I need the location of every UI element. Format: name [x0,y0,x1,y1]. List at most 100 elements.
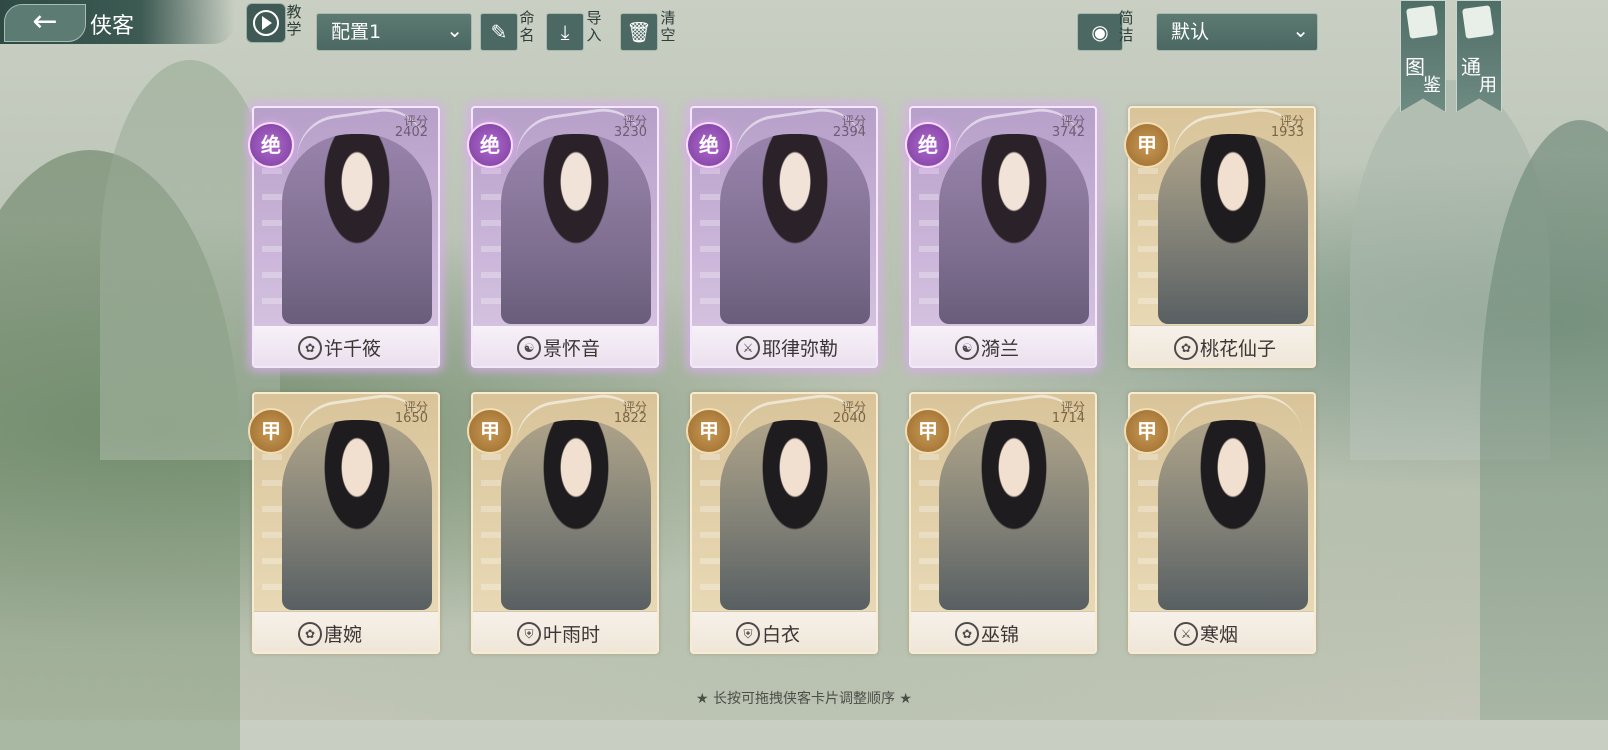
hero-card[interactable]: 甲 评分 2040 ⛨ 白衣 [686,389,878,654]
score-value: 2394 [832,125,866,140]
card-ornament [481,168,501,318]
hero-name: 漪兰 [981,338,1020,360]
general-label-2: 用 [1479,75,1497,96]
card-ornament [1138,168,1158,318]
class-icon: ✿ [1174,336,1198,360]
hero-card[interactable]: 绝 评分 2402 ✿ 许千筱 [248,103,440,368]
book-icon [1406,5,1438,39]
general-label-1: 通 [1461,55,1481,79]
chevron-down-icon: ⌄ [1292,18,1309,42]
hero-portrait [282,134,432,324]
general-button[interactable]: 通 用 [1456,0,1502,112]
import-icon: ⤓ [560,20,570,44]
hero-card[interactable]: 甲 ⚔ 寒烟 [1124,389,1316,654]
hero-portrait [1158,420,1308,610]
name-bar: ✿ 许千筱 [254,325,438,366]
hero-name: 景怀音 [543,338,601,360]
hero-portrait [939,420,1089,610]
tutorial-label: 教学 [286,3,302,38]
name-bar: ⚔ 寒烟 [1130,611,1314,652]
rank-badge: 甲 [467,408,513,454]
hero-card[interactable]: 甲 评分 1933 ✿ 桃花仙子 [1124,103,1316,368]
back-button[interactable]: ← [4,4,86,42]
card-ornament [919,454,939,604]
card-ornament [262,454,282,604]
class-icon: ⛨ [736,622,760,646]
name-bar: ⛨ 叶雨时 [473,611,657,652]
hero-portrait [501,420,651,610]
scroll-icon [1462,5,1494,39]
class-icon: ✿ [298,336,322,360]
atlas-label-2: 鉴 [1423,75,1441,96]
tutorial-button[interactable] [246,3,286,43]
trash-icon: 🗑 [626,20,652,44]
hero-card[interactable]: 绝 评分 3742 ☯ 漪兰 [905,103,1097,368]
hero-name: 白衣 [762,624,801,646]
hero-name: 寒烟 [1200,624,1239,646]
back-arrow-icon: ← [32,4,58,39]
rank-badge: 甲 [686,408,732,454]
card-ornament [700,454,720,604]
card-ornament [700,168,720,318]
hero-card[interactable]: 绝 评分 3230 ☯ 景怀音 [467,103,659,368]
score-value: 2040 [832,411,866,426]
class-icon: ✿ [298,622,322,646]
hero-portrait [720,420,870,610]
score-value: 3742 [1051,125,1085,140]
config-select[interactable]: 配置1 ⌄ [316,13,472,51]
rank-badge: 绝 [905,122,951,168]
hero-card[interactable]: 甲 评分 1714 ✿ 巫锦 [905,389,1097,654]
rename-label: 命名 [519,9,535,44]
class-icon: ✿ [955,622,979,646]
eye-icon: ◉ [1091,20,1109,44]
name-bar: ☯ 景怀音 [473,325,657,366]
name-bar: ☯ 漪兰 [911,325,1095,366]
hero-name: 耶律弥勒 [762,338,839,360]
class-icon: ⛨ [517,622,541,646]
hero-portrait [720,134,870,324]
hero-name: 桃花仙子 [1200,338,1277,360]
hero-portrait [939,134,1089,324]
hero-name: 许千筱 [324,338,382,360]
hero-name: 巫锦 [981,624,1020,646]
name-bar: ⛨ 白衣 [692,611,876,652]
class-icon: ⚔ [736,336,760,360]
name-bar: ✿ 桃花仙子 [1130,325,1314,366]
class-icon: ⚔ [1174,622,1198,646]
score-value: 2402 [394,125,428,140]
card-ornament [1138,454,1158,604]
title-tab: ← 侠客 [0,0,235,44]
score-value: 1714 [1051,411,1085,426]
top-bar: ← 侠客 教学 配置1 ⌄ ✎ 命名 ⤓ 导入 🗑 清空 ◉ 简洁 默认 ⌄ 图… [0,0,1608,112]
chevron-down-icon: ⌄ [446,18,463,42]
score-value: 1933 [1270,125,1304,140]
simple-mode-button[interactable]: ◉ [1077,13,1123,51]
rank-badge: 绝 [686,122,732,168]
rename-button[interactable]: ✎ [480,13,518,51]
hero-card[interactable]: 甲 评分 1650 ✿ 唐婉 [248,389,440,654]
page-title: 侠客 [90,14,135,39]
name-bar: ✿ 唐婉 [254,611,438,652]
import-label: 导入 [586,9,602,44]
clear-button[interactable]: 🗑 [620,13,658,51]
play-icon [262,16,272,30]
import-button[interactable]: ⤓ [546,13,584,51]
card-ornament [262,168,282,318]
sort-select[interactable]: 默认 ⌄ [1156,13,1318,51]
rank-badge: 绝 [467,122,513,168]
atlas-button[interactable]: 图 鉴 [1400,0,1446,112]
class-icon: ☯ [517,336,541,360]
hero-portrait [282,420,432,610]
simple-mode-label: 简洁 [1118,9,1134,44]
hero-name: 叶雨时 [543,624,601,646]
hero-card[interactable]: 甲 评分 1822 ⛨ 叶雨时 [467,389,659,654]
rank-badge: 绝 [248,122,294,168]
name-bar: ✿ 巫锦 [911,611,1095,652]
card-ornament [481,454,501,604]
hero-card[interactable]: 绝 评分 2394 ⚔ 耶律弥勒 [686,103,878,368]
score-value: 1650 [394,411,428,426]
score-value: 1822 [613,411,647,426]
hero-portrait [501,134,651,324]
rank-badge: 甲 [1124,408,1170,454]
name-bar: ⚔ 耶律弥勒 [692,325,876,366]
